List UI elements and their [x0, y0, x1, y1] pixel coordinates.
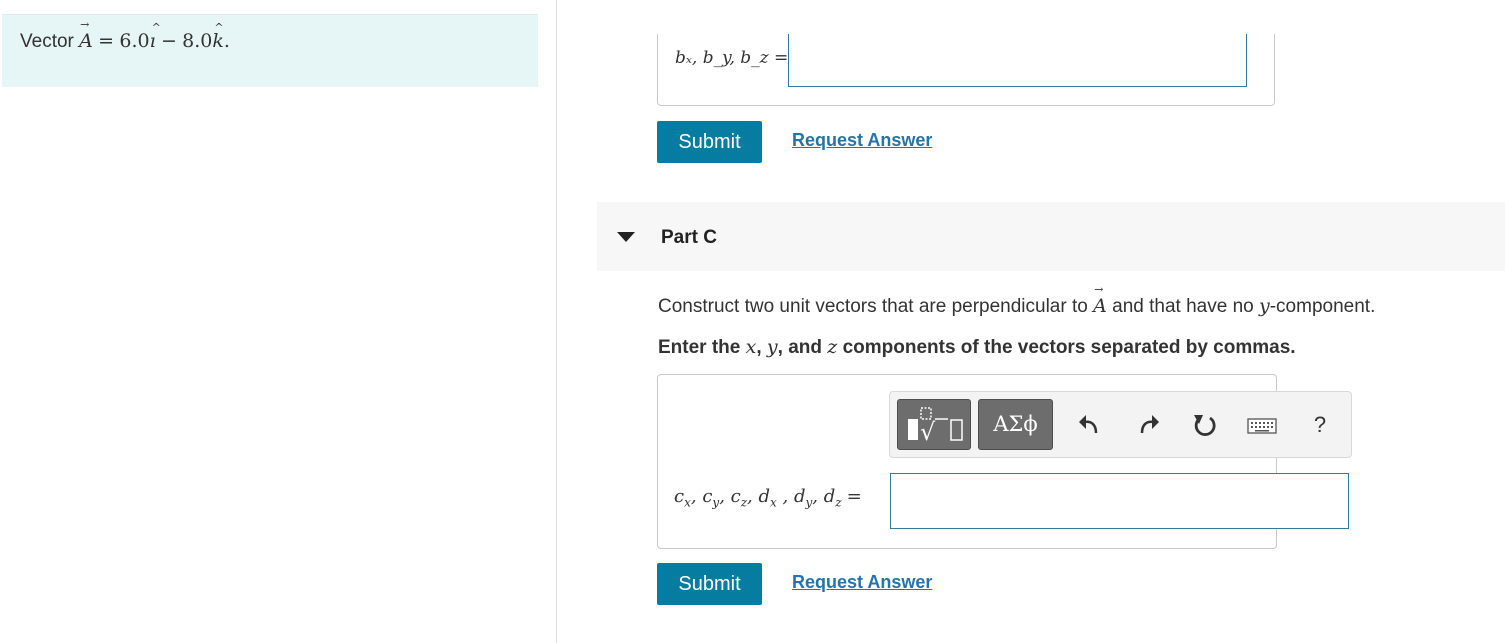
caret-down-icon[interactable] [617, 232, 635, 242]
instr-text-2: components of the vectors separated by c… [842, 337, 1296, 358]
math-templates-icon: √ [908, 407, 963, 446]
part-c-input-label: cx, cy, cz, dx , dy, dz = [674, 486, 862, 510]
templates-button[interactable]: √ [897, 399, 971, 450]
part-c-instruction: Enter the x, y, and z components of the … [658, 336, 1296, 359]
unit-vector-i: ı [150, 21, 161, 52]
help-button[interactable]: ? [1305, 409, 1335, 441]
part-c-prompt: Construct two unit vectors that are perp… [658, 283, 1376, 318]
instr-text-1: Enter the [658, 337, 741, 358]
prompt-text-1: Construct two unit vectors that are perp… [658, 296, 1088, 317]
instr-x-symbol: x [745, 336, 757, 358]
prompt-text-2: and that have no [1112, 296, 1254, 317]
part-b-input-label: bₓ, b_y, b_z = [675, 48, 788, 68]
vector-symbol: A [79, 18, 93, 52]
part-b-answer-input[interactable] [788, 34, 1247, 87]
instr-y-symbol: y [766, 336, 778, 358]
part-b-label-text: bₓ, b_y, b_z = [675, 48, 789, 68]
problem-statement: Vector A = 6.0ı − 8.0k. [20, 18, 230, 53]
redo-icon [1140, 415, 1159, 434]
greek-symbols-button[interactable]: ΑΣϕ [978, 399, 1053, 450]
part-c-request-answer-link[interactable]: Request Answer [792, 572, 932, 593]
minus-sign: − [160, 30, 177, 52]
equals-sign: = [98, 30, 115, 52]
period: . [223, 30, 230, 52]
part-c-title: Part C [661, 227, 717, 248]
instr-z-symbol: z [827, 336, 838, 358]
svg-text:√: √ [920, 418, 936, 446]
unit-vector-k: k [212, 21, 224, 52]
vector-word: Vector [20, 31, 74, 52]
coefficient-k: 8.0 [182, 30, 213, 52]
part-c-header[interactable] [597, 202, 1505, 271]
reset-button[interactable] [1190, 409, 1220, 441]
left-panel [0, 0, 557, 643]
undo-button[interactable] [1075, 409, 1105, 441]
undo-icon [1079, 415, 1098, 434]
redo-button[interactable] [1133, 409, 1163, 441]
reset-icon [1194, 415, 1216, 436]
part-c-submit-button[interactable]: Submit [657, 563, 762, 605]
instr-comma: , [756, 337, 762, 358]
prompt-vector-symbol: A [1093, 283, 1107, 317]
keyboard-icon [1247, 418, 1277, 434]
keyboard-button[interactable] [1246, 409, 1278, 441]
part-b-request-answer-link[interactable]: Request Answer [792, 130, 932, 151]
coefficient-i: 6.0 [119, 30, 150, 52]
prompt-y-symbol: y [1259, 295, 1270, 317]
prompt-text-3: -component. [1269, 296, 1376, 317]
part-b-submit-button[interactable]: Submit [657, 121, 762, 163]
instr-and: , and [777, 337, 822, 358]
part-c-answer-input[interactable] [890, 473, 1349, 529]
